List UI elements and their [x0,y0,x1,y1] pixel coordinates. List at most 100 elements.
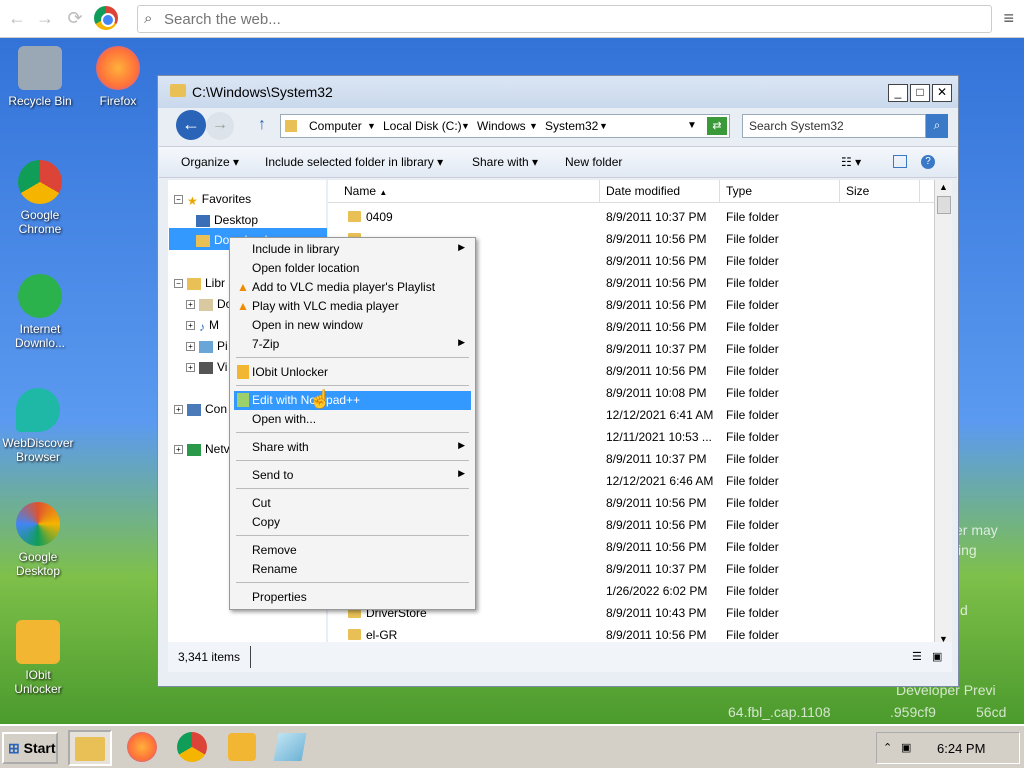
menu-item-edit-notepad-plus[interactable]: Edit with Notepad++ [234,391,471,410]
address-history-dropdown[interactable]: ▼ [687,120,697,131]
breadcrumb-computer[interactable]: Computer [309,119,362,133]
scroll-up-icon[interactable]: ▲ [939,182,948,192]
nav-favorites[interactable]: − ★ Favorites [174,192,251,208]
column-header-name[interactable]: Name ▲ [328,180,600,202]
nav-library-videos[interactable]: + Vi [186,360,227,374]
nav-library-documents[interactable]: + Do [186,297,232,311]
forward-button[interactable]: → [206,112,234,140]
taskbar-notepad[interactable] [268,730,312,766]
menu-item-remove[interactable]: Remove [234,541,471,560]
expand-icon[interactable]: + [186,321,195,331]
desktop-icon-google-desktop[interactable]: Google Desktop [0,502,76,578]
menu-item-rename[interactable]: Rename [234,560,471,579]
menu-item-send-to[interactable]: Send to ▶ [234,466,471,485]
refresh-icon[interactable]: ⇄ [707,117,727,135]
organize-button[interactable]: Organize ▾ [181,155,239,169]
wallpaper-text: d [960,602,968,618]
share-with-button[interactable]: Share with ▾ [472,155,538,169]
collapse-icon[interactable]: − [174,279,183,289]
breadcrumb-system32[interactable]: System32 [545,119,598,133]
forward-arrow-icon[interactable]: → [34,8,56,30]
collapse-icon[interactable]: − [174,195,183,205]
music-icon: ♪ [199,319,205,334]
menu-item-share-with[interactable]: Share with ▶ [234,438,471,457]
menu-item-copy[interactable]: Copy [234,513,471,532]
scroll-thumb[interactable] [937,196,951,214]
expand-icon[interactable]: + [186,363,195,373]
expand-icon[interactable]: + [174,405,183,415]
details-view-icon[interactable]: ☰ [912,650,922,663]
nav-library-music[interactable]: + ♪ M [186,318,219,334]
breadcrumb-local-disk[interactable]: Local Disk (C:) [383,119,462,133]
desktop-icon-webdiscover[interactable]: WebDiscover Browser [0,388,76,464]
nav-desktop[interactable]: Desktop [196,213,258,227]
browser-menu-icon[interactable]: ≡ [1003,8,1014,29]
desktop-icon-idm[interactable]: Internet Downlo... [2,274,78,350]
new-folder-button[interactable]: New folder [565,155,622,169]
taskbar-firefox[interactable] [120,730,164,766]
expand-icon[interactable]: + [174,445,183,455]
web-search-input[interactable] [164,8,964,30]
menu-item-include-in-library[interactable]: Include in library ▶ [234,240,471,259]
preview-pane-icon[interactable] [893,155,907,168]
cell-date: 8/9/2011 10:08 PM [606,386,707,400]
network-tray-icon[interactable]: ▣ [901,741,911,754]
table-row[interactable]: 0409 8/9/2011 10:37 PM File folder [328,206,934,228]
search-icon[interactable]: ⌕ [926,114,948,138]
folder-icon [348,211,361,222]
menu-item-vlc-playlist[interactable]: ▲ Add to VLC media player's Playlist [234,278,471,297]
help-icon[interactable]: ? [921,155,935,169]
clock[interactable]: 6:24 PM [937,741,985,756]
tray-expand-icon[interactable]: ⌃ [883,741,892,754]
menu-item-7zip[interactable]: 7-Zip ▶ [234,335,471,354]
chevron-down-icon[interactable]: ▼ [599,121,608,131]
menu-item-open-new-window[interactable]: Open in new window [234,316,471,335]
column-header-type[interactable]: Type [720,180,840,202]
vertical-scrollbar[interactable]: ▲ ▼ [934,180,952,650]
taskbar-file-explorer[interactable] [68,730,112,766]
include-in-library-button[interactable]: Include selected folder in library ▾ [265,155,443,169]
desktop-icon-iobit-unlocker[interactable]: IObit Unlocker [0,620,76,696]
menu-item-open-folder-location[interactable]: Open folder location [234,259,471,278]
window-titlebar[interactable]: C:\Windows\System32 _ □ ✕ [158,76,958,108]
menu-item-play-vlc[interactable]: ▲ Play with VLC media player [234,297,471,316]
chevron-down-icon[interactable]: ▼ [367,121,376,131]
expand-icon[interactable]: + [186,342,195,352]
folder-search-input[interactable]: Search System32 [742,114,926,138]
desktop-icon-firefox[interactable]: Firefox [80,46,156,108]
chevron-down-icon[interactable]: ▼ [529,121,538,131]
chrome-icon [18,160,62,204]
webdiscover-icon [16,388,60,432]
desktop-icon-recycle-bin[interactable]: Recycle Bin [2,46,78,108]
taskbar-iobit-unlocker[interactable] [220,730,264,766]
menu-item-cut[interactable]: Cut [234,494,471,513]
nav-network[interactable]: + Netv [174,442,230,456]
minimize-button[interactable]: _ [888,84,908,102]
cell-type: File folder [726,606,779,620]
address-bar[interactable]: Computer Local Disk (C:) Windows System3… [280,114,730,138]
column-header-date[interactable]: Date modified [600,180,720,202]
expand-icon[interactable]: + [186,300,195,310]
taskbar-chrome[interactable] [170,730,214,766]
up-arrow-icon[interactable]: ↑ [258,116,266,134]
back-arrow-icon[interactable]: ← [6,8,28,30]
close-button[interactable]: ✕ [932,84,952,102]
column-header-size[interactable]: Size [840,180,920,202]
large-icons-view-icon[interactable]: ▣ [932,650,942,663]
menu-item-properties[interactable]: Properties [234,588,471,607]
desktop-icon-chrome[interactable]: Google Chrome [2,160,78,236]
chevron-down-icon[interactable]: ▼ [461,121,470,131]
nav-libraries[interactable]: − Libr [174,276,225,290]
maximize-button[interactable]: □ [910,84,930,102]
breadcrumb-windows[interactable]: Windows [477,119,526,133]
nav-library-pictures[interactable]: + Pi [186,339,228,353]
menu-item-open-with[interactable]: Open with... [234,410,471,429]
start-button[interactable]: ⊞ Start [2,732,58,764]
reload-icon[interactable]: ⟳ [64,8,86,30]
chrome-icon[interactable] [94,6,118,30]
nav-computer[interactable]: + Con [174,402,227,416]
menu-item-iobit-unlocker[interactable]: IObit Unlocker [234,363,471,382]
back-button[interactable]: ← [176,110,206,140]
web-search-box[interactable]: ⌕ [137,5,992,33]
view-options-icon[interactable]: ☷ ▾ [841,155,861,169]
